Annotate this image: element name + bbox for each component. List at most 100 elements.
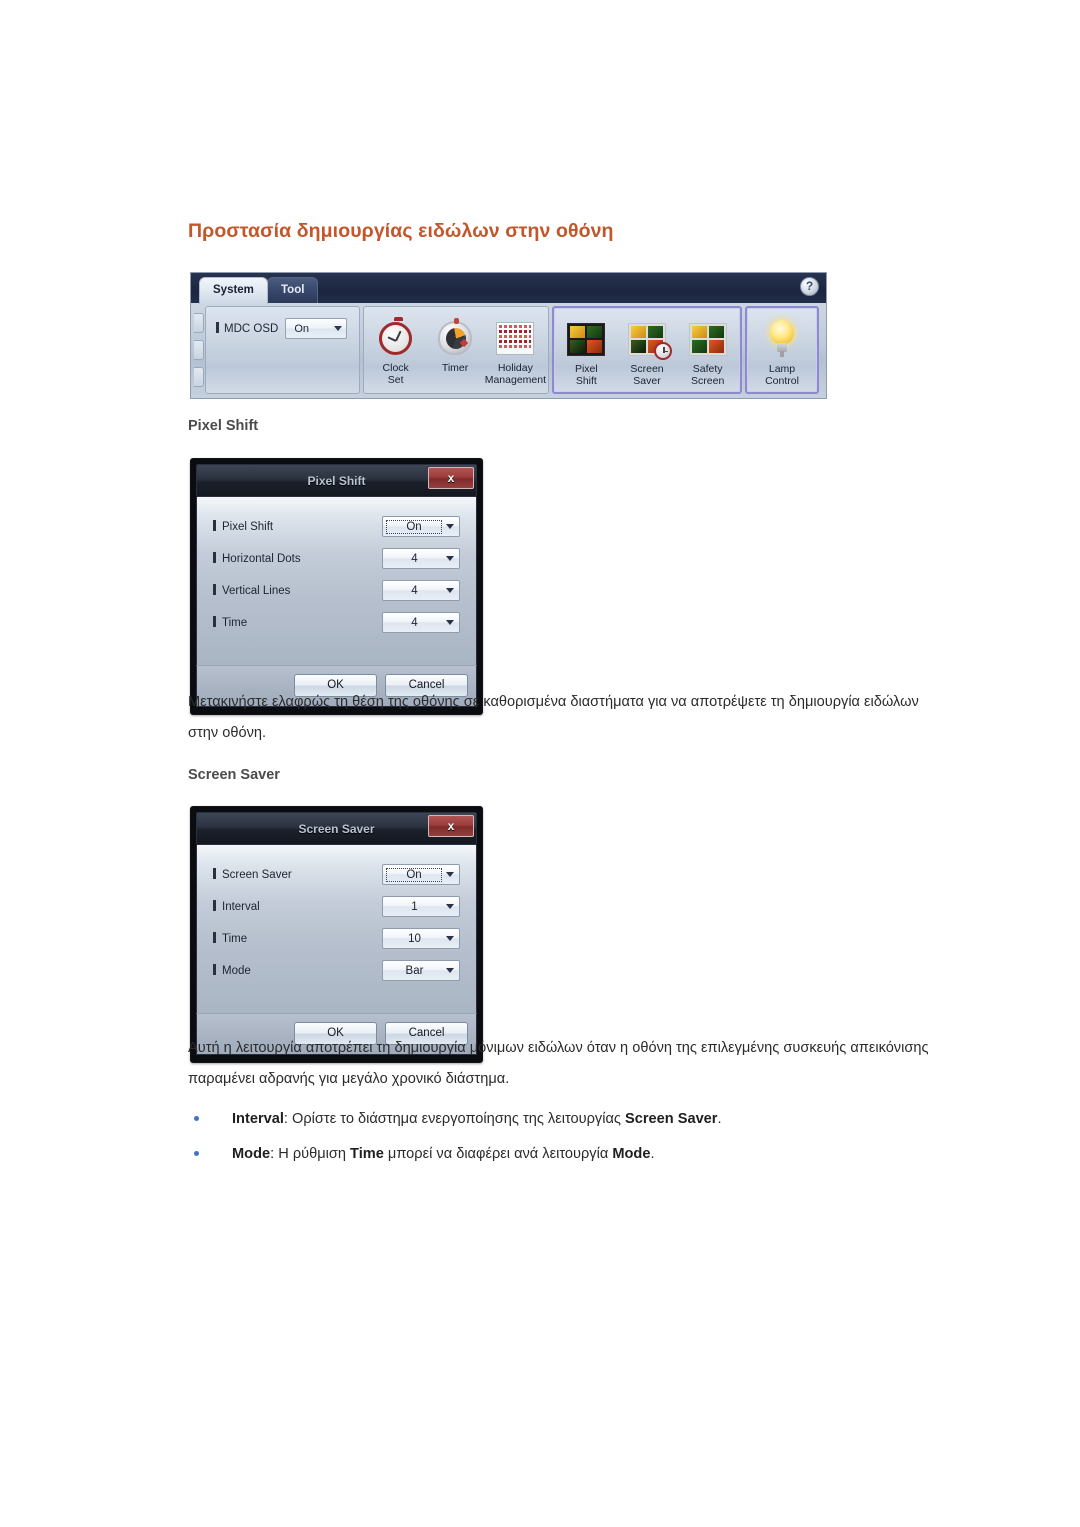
ribbon-tabstrip: System Tool ? [191, 273, 826, 304]
dropdown-pixel-shift[interactable]: On [382, 516, 460, 537]
calendar-icon [496, 315, 535, 361]
field-label: Vertical Lines [213, 584, 290, 597]
section-heading-pixel-shift: Pixel Shift [188, 418, 259, 434]
tab-system[interactable]: System [199, 277, 268, 304]
bullet-term: Interval [232, 1111, 284, 1127]
chevron-down-icon [334, 326, 343, 331]
field-row-vertical-lines: Vertical Lines 4 [213, 579, 460, 602]
pixel-shift-label-line2: Shift [575, 374, 597, 387]
tab-tool[interactable]: Tool [267, 277, 319, 304]
lamp-control-label-line2: Control [765, 374, 799, 387]
dropdown-time[interactable]: 4 [382, 612, 460, 633]
bullet-emphasis: Screen Saver [624, 1111, 718, 1127]
ribbon-item-timer[interactable]: Timer [425, 311, 484, 386]
lamp-icon [767, 316, 797, 362]
list-item: Mode: Η ρύθμιση Time μπορεί να διαφέρει … [188, 1143, 948, 1165]
field-label: Pixel Shift [213, 520, 273, 533]
pixel-shift-dialog-body: Pixel Shift On Horizontal Dots 4 Vertica… [196, 497, 477, 665]
bullet-list: Interval: Ορίστε το διάστημα ενεργοποίησ… [188, 1108, 948, 1178]
ribbon-group-screen-protection: Pixel Shift Screen Saver Safety Screen [552, 306, 742, 394]
bullet-text-after: . [717, 1111, 722, 1127]
edge-stub [194, 367, 204, 388]
paragraph-screen-saver: Αυτή η λειτουργία αποτρέπει τη δημιουργί… [188, 1040, 929, 1087]
pixel-shift-icon [567, 316, 606, 362]
ribbon-item-clock-set[interactable]: Clock Set [366, 311, 425, 386]
bullet-text-before: Ορίστε το διάστημα ενεργοποίησης της λει… [292, 1111, 625, 1127]
screen-saver-dialog-body: Screen Saver On Interval 1 Time 10 Mode … [196, 845, 477, 1013]
dropdown-value: 4 [411, 616, 418, 629]
close-icon[interactable]: x [428, 467, 474, 489]
dropdown-time[interactable]: 10 [382, 928, 460, 949]
mdc-osd-label: MDC OSD [216, 322, 278, 335]
mdc-osd-select-value: On [294, 322, 309, 335]
ribbon-tiles-time: Clock Set Timer Holiday Management [364, 307, 548, 386]
list-item: Interval: Ορίστε το διάστημα ενεργοποίησ… [188, 1108, 948, 1130]
bullet-text-after: . [650, 1146, 655, 1162]
field-row-pixel-shift: Pixel Shift On [213, 515, 460, 538]
mdc-osd-select[interactable]: On [285, 318, 348, 339]
chevron-down-icon [446, 588, 454, 593]
ribbon-tiles-screen: Pixel Shift Screen Saver Safety Screen [554, 308, 740, 387]
dropdown-value: 10 [408, 932, 421, 945]
chevron-down-icon [446, 904, 454, 909]
document-page: Προστασία δημιουργίας ειδώλων στην οθόνη… [0, 0, 1080, 1527]
dropdown-value: 1 [411, 900, 418, 913]
field-row-horizontal-dots: Horizontal Dots 4 [213, 547, 460, 570]
ribbon-item-safety-screen[interactable]: Safety Screen [677, 312, 738, 387]
field-row-time: Time 10 [213, 927, 460, 950]
bullet-mid: μπορεί να διαφέρει ανά λειτουργία [383, 1146, 613, 1162]
help-icon[interactable]: ? [800, 277, 819, 296]
ribbon-item-lamp-control[interactable]: Lamp Control [749, 312, 815, 387]
edge-stub [194, 339, 204, 360]
pixel-shift-dialog-titlebar: Pixel Shift x [196, 464, 477, 497]
ribbon-item-holiday-management[interactable]: Holiday Management [485, 311, 546, 386]
screen-saver-icon [628, 316, 672, 362]
dropdown-value: Bar [405, 964, 424, 977]
dropdown-value: 4 [411, 584, 418, 597]
field-row-interval: Interval 1 [213, 895, 460, 918]
dropdown-value: 4 [411, 552, 418, 565]
bullet-icon [194, 1151, 199, 1156]
dropdown-vertical-lines[interactable]: 4 [382, 580, 460, 601]
ribbon-group-time: Clock Set Timer Holiday Management [363, 306, 549, 394]
paragraph-pixel-shift: Μετακινήστε ελαφρώς τη θέση της οθόνης σ… [188, 694, 919, 741]
chevron-down-icon [446, 936, 454, 941]
dropdown-interval[interactable]: 1 [382, 896, 460, 917]
ribbon-item-pixel-shift[interactable]: Pixel Shift [556, 312, 617, 387]
edge-stub [194, 312, 204, 333]
chevron-down-icon [446, 524, 454, 529]
clock-icon [379, 315, 413, 361]
ribbon-left-edge [193, 306, 205, 394]
bullet-icon [194, 1116, 199, 1121]
field-label: Screen Saver [213, 868, 292, 881]
page-title: Προστασία δημιουργίας ειδώλων στην οθόνη [188, 220, 614, 242]
dropdown-horizontal-dots[interactable]: 4 [382, 548, 460, 569]
chevron-down-icon [446, 620, 454, 625]
ribbon-item-screen-saver[interactable]: Screen Saver [617, 312, 678, 387]
close-icon[interactable]: x [428, 815, 474, 837]
field-label: Interval [213, 900, 260, 913]
field-row-screen-saver: Screen Saver On [213, 863, 460, 886]
dropdown-value: On [386, 867, 442, 882]
dropdown-screen-saver[interactable]: On [382, 864, 460, 885]
chevron-down-icon [446, 872, 454, 877]
chevron-down-icon [446, 556, 454, 561]
bullet-sep: : [283, 1111, 293, 1127]
dropdown-mode[interactable]: Bar [382, 960, 460, 981]
holiday-label-line1: Holiday [497, 362, 533, 374]
pixel-shift-dialog-title: Pixel Shift [307, 474, 366, 488]
safety-screen-icon [688, 316, 727, 362]
pixel-shift-label-line1: Pixel [574, 363, 598, 375]
bullet-term: Mode [232, 1146, 271, 1162]
field-label: Time [213, 932, 247, 945]
clock-set-label-line1: Clock [382, 362, 409, 374]
safety-screen-label-line2: Screen [691, 374, 725, 387]
field-label: Mode [213, 964, 251, 977]
bullet-emphasis-2: Mode [612, 1146, 651, 1162]
chevron-down-icon [446, 968, 454, 973]
bullet-emphasis: Time [350, 1146, 384, 1162]
timer-icon [438, 315, 473, 361]
screen-saver-label-line1: Screen [630, 363, 664, 375]
field-label: Horizontal Dots [213, 552, 301, 565]
ribbon-group-lamp: Lamp Control [745, 306, 819, 394]
